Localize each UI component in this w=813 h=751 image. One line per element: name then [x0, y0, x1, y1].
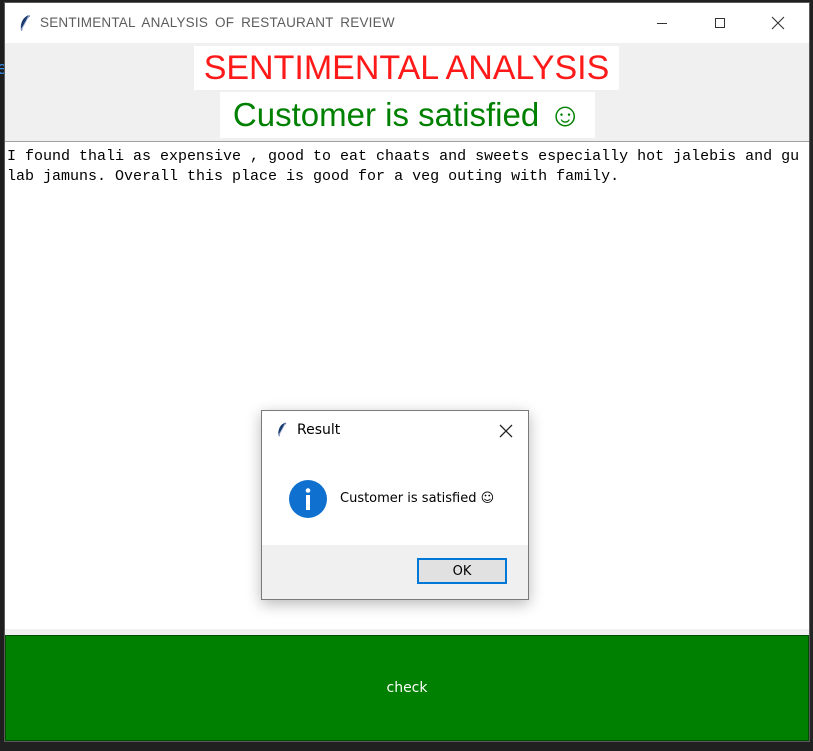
ok-button[interactable]: OK [417, 558, 507, 584]
review-text: I found thali as expensive , good to eat… [7, 148, 800, 185]
header-panel: SENTIMENTAL ANALYSIS Customer is satisfi… [5, 43, 809, 141]
minimize-icon [657, 23, 667, 24]
close-button[interactable] [755, 3, 801, 43]
sentiment-result-label: Customer is satisfied ☺ [220, 92, 595, 138]
maximize-button[interactable] [697, 3, 743, 43]
dialog-title: Result [297, 422, 341, 438]
close-icon [771, 16, 785, 30]
dialog-close-button[interactable] [494, 419, 518, 443]
check-button[interactable]: check [5, 635, 809, 741]
tk-feather-icon [278, 422, 287, 437]
minimize-button[interactable] [639, 3, 685, 43]
close-icon [499, 424, 513, 438]
info-icon [289, 480, 327, 518]
title-bar[interactable]: SENTIMENTAL ANALYSIS OF RESTAURANT REVIE… [5, 3, 809, 43]
page-title: SENTIMENTAL ANALYSIS [194, 46, 619, 90]
tk-feather-icon [20, 14, 30, 31]
app-window: SENTIMENTAL ANALYSIS OF RESTAURANT REVIE… [4, 2, 810, 742]
dialog-footer: OK [262, 545, 528, 599]
dialog-message: Customer is satisfied ☺ [340, 491, 495, 506]
result-dialog: Result Customer is satisfied ☺ OK [261, 410, 529, 600]
window-title: SENTIMENTAL ANALYSIS OF RESTAURANT REVIE… [40, 15, 395, 30]
maximize-icon [715, 18, 725, 28]
